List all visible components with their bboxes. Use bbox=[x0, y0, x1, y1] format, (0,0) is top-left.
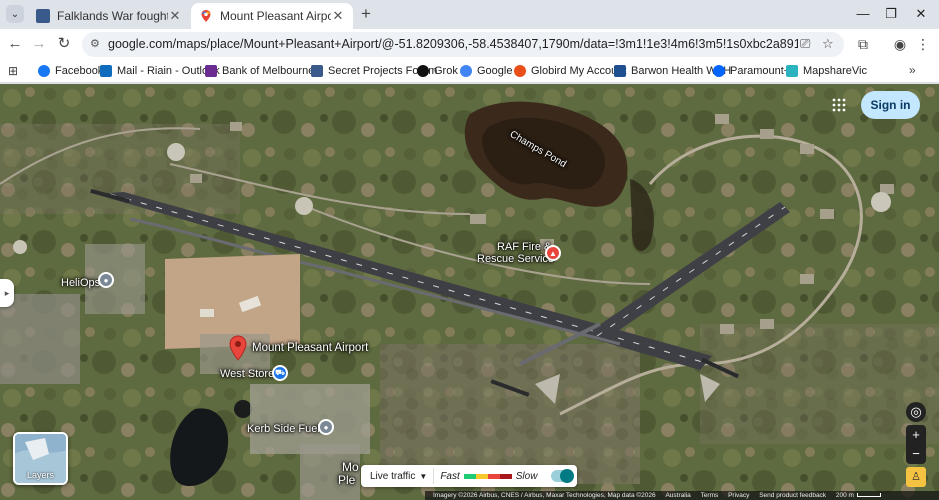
tab-strip: ⌄ Falklands War fought today? | F ✕ Moun… bbox=[0, 0, 939, 29]
restore-icon[interactable]: ❐ bbox=[877, 4, 905, 24]
map-footer: Imagery ©2026 Airbus, CNES / Airbus, Max… bbox=[425, 491, 939, 500]
legend-yellow bbox=[475, 473, 488, 479]
bookmark-facebook[interactable]: Facebook bbox=[38, 63, 103, 79]
satellite-map[interactable]: Champs Pond RAF Fire & Rescue Service ▲ … bbox=[0, 84, 939, 500]
imagery-attribution: Imagery ©2026 Airbus, CNES / Airbus, Max… bbox=[433, 492, 656, 499]
mapsharevic-icon bbox=[786, 65, 798, 77]
bookmark-outlook[interactable]: Mail - Riain - Outlook bbox=[100, 63, 220, 79]
raf-fire-label[interactable]: RAF Fire & bbox=[497, 241, 551, 253]
traffic-legend bbox=[463, 473, 512, 479]
bookmarks-bar: ⊞ Facebook Mail - Riain - Outlook Bank o… bbox=[0, 59, 939, 83]
fast-label: Fast bbox=[440, 470, 460, 482]
satellite-imagery[interactable] bbox=[0, 84, 939, 500]
google-maps-favicon-icon bbox=[201, 10, 211, 22]
bookmark-google[interactable]: Google bbox=[460, 63, 512, 79]
airport-red-pin-icon[interactable] bbox=[229, 335, 247, 361]
paramount-icon bbox=[713, 65, 725, 77]
zoom-out-button[interactable]: − bbox=[906, 444, 926, 464]
tab-falklands[interactable]: Falklands War fought today? | F ✕ bbox=[28, 3, 190, 29]
google-apps-icon[interactable] bbox=[832, 98, 846, 112]
secret-projects-favicon-icon bbox=[36, 9, 50, 23]
street-view-pegman-icon[interactable]: ♙ bbox=[906, 467, 926, 487]
scale-label[interactable]: 200 m bbox=[836, 492, 854, 499]
raf-fire-label-line2[interactable]: Rescue Service bbox=[477, 253, 554, 265]
kerb-side-fuels-label[interactable]: Kerb Side Fuels bbox=[247, 423, 325, 435]
url-text[interactable]: google.com/maps/place/Mount+Pleasant+Air… bbox=[108, 37, 798, 51]
reload-icon[interactable]: ↻ bbox=[54, 34, 74, 54]
bookmark-grok[interactable]: Grok bbox=[417, 63, 458, 79]
my-location-icon[interactable]: ◎ bbox=[906, 402, 926, 422]
globird-icon bbox=[514, 65, 526, 77]
bookmark-star-icon[interactable]: ☆ bbox=[822, 36, 834, 52]
toggle-knob bbox=[560, 469, 575, 483]
tab-title: Falklands War fought today? | F bbox=[57, 9, 168, 23]
scale-bar bbox=[856, 493, 881, 498]
terms-link[interactable]: Terms bbox=[701, 492, 719, 499]
expand-side-panel-button[interactable]: ▸ bbox=[0, 279, 14, 307]
feedback-link[interactable]: Send product feedback bbox=[759, 492, 826, 499]
grok-icon bbox=[417, 65, 429, 77]
site-info-icon[interactable]: ⚙ bbox=[90, 37, 100, 50]
more-bookmarks-icon[interactable]: » bbox=[909, 63, 916, 77]
menu-dots-icon[interactable]: ⋮ bbox=[913, 34, 933, 54]
zoom-in-button[interactable]: + bbox=[906, 425, 926, 445]
mount-pleasant-label[interactable]: Mo bbox=[342, 461, 359, 473]
heliops-pin-icon[interactable]: ● bbox=[98, 272, 114, 288]
bookmark-mapsharevic[interactable]: MapshareVic bbox=[786, 63, 867, 79]
tab-search-icon[interactable]: ⌄ bbox=[6, 5, 24, 23]
heliops-label[interactable]: HeliOps bbox=[61, 277, 100, 289]
minimize-icon[interactable]: — bbox=[849, 4, 877, 24]
sign-in-button[interactable]: Sign in bbox=[861, 91, 920, 119]
close-tab-icon[interactable]: ✕ bbox=[168, 8, 182, 24]
divider bbox=[433, 468, 435, 484]
legend-red bbox=[487, 473, 500, 479]
facebook-icon bbox=[38, 65, 50, 77]
slow-label: Slow bbox=[515, 470, 538, 482]
tab-google-maps[interactable]: Mount Pleasant Airport - Goog ✕ bbox=[191, 3, 353, 29]
bookmark-paramount[interactable]: Paramount+ bbox=[713, 63, 790, 79]
bookmark-globird[interactable]: Globird My Account bbox=[514, 63, 626, 79]
country-link[interactable]: Australia bbox=[665, 492, 690, 499]
outlook-icon bbox=[100, 65, 112, 77]
google-icon bbox=[460, 65, 472, 77]
live-traffic-panel: Live traffic ▼ Fast Slow bbox=[361, 465, 577, 487]
close-tab-icon[interactable]: ✕ bbox=[331, 8, 345, 24]
mount-pleasant-label-line2[interactable]: Ple bbox=[338, 474, 355, 486]
back-icon[interactable]: ← bbox=[5, 34, 25, 54]
forward-icon[interactable]: → bbox=[29, 34, 49, 54]
legend-green bbox=[463, 473, 476, 479]
profile-icon[interactable]: ◉ bbox=[890, 34, 910, 54]
new-tab-button[interactable]: + bbox=[357, 5, 375, 23]
browser-toolbar: ← → ↻ ⚙ google.com/maps/place/Mount+Plea… bbox=[0, 29, 939, 59]
apps-grid-icon[interactable]: ⊞ bbox=[8, 64, 18, 78]
privacy-link[interactable]: Privacy bbox=[728, 492, 749, 499]
traffic-toggle[interactable] bbox=[551, 469, 575, 483]
fire-station-icon[interactable]: ▲ bbox=[545, 245, 561, 261]
secret-projects-icon bbox=[311, 65, 323, 77]
fuel-pin-icon[interactable]: ● bbox=[318, 419, 334, 435]
chevron-down-icon[interactable]: ▼ bbox=[419, 472, 427, 481]
bookmark-bank[interactable]: Bank of Melbourne... bbox=[205, 63, 324, 79]
west-store-label[interactable]: West Store bbox=[220, 368, 274, 380]
airport-label[interactable]: Mount Pleasant Airport bbox=[252, 342, 368, 354]
bank-icon bbox=[205, 65, 217, 77]
barwon-icon bbox=[614, 65, 626, 77]
tab-title: Mount Pleasant Airport - Goog bbox=[220, 9, 331, 23]
shopping-cart-icon[interactable]: ⛟ bbox=[272, 365, 288, 381]
cast-icon[interactable]: ⎚ bbox=[800, 36, 810, 52]
layers-button[interactable]: Layers bbox=[13, 432, 68, 485]
address-bar[interactable]: ⚙ google.com/maps/place/Mount+Pleasant+A… bbox=[82, 32, 844, 57]
live-traffic-dropdown[interactable]: Live traffic bbox=[370, 471, 415, 482]
close-window-icon[interactable]: ✕ bbox=[907, 4, 935, 24]
extensions-icon[interactable]: ⧉ bbox=[853, 34, 873, 54]
legend-darkred bbox=[499, 473, 512, 479]
layers-label: Layers bbox=[26, 470, 54, 480]
